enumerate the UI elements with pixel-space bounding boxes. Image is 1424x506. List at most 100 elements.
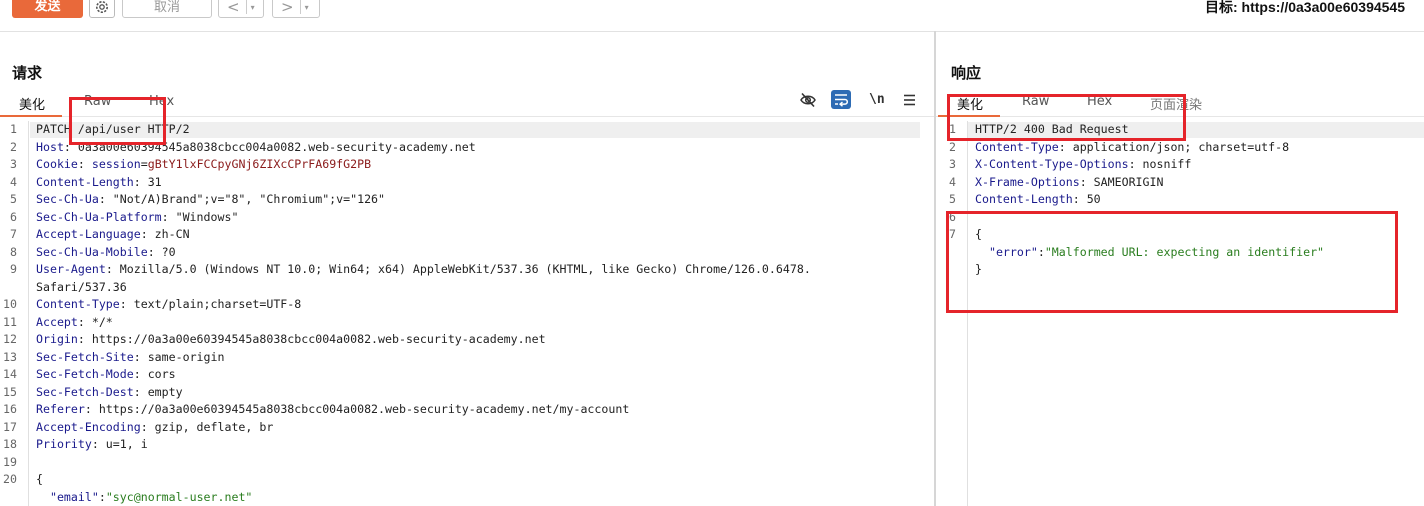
code-token: User-Agent bbox=[36, 262, 106, 276]
code-token: = bbox=[140, 157, 148, 171]
line-number: 3 bbox=[949, 157, 956, 171]
response-editor[interactable]: 1 HTTP/2 400 Bad Request 2 Content-Type: ap… bbox=[936, 121, 1424, 506]
code-line: "email":"syc@normal-user.net" bbox=[0, 489, 934, 506]
code-token: Content-Length bbox=[975, 192, 1073, 206]
line-content: Sec-Ch-Ua: "Not/A)Brand";v="8", "Chromiu… bbox=[36, 191, 385, 209]
code-line: 13 Sec-Fetch-Site: same-origin bbox=[0, 349, 934, 367]
code-token: : 31 bbox=[133, 174, 162, 189]
forward-arrow-icon: > bbox=[281, 0, 294, 16]
line-content: X-Frame-Options: SAMEORIGIN bbox=[975, 174, 1163, 192]
code-line: 9 User-Agent: Mozilla/5.0 (Windows NT 10.… bbox=[0, 261, 934, 279]
code-token: : "Not/A)Brand";v="8", "Chromium";v="126… bbox=[98, 192, 386, 206]
line-content: Origin: https://0a3a00e60394545a8038cbcc… bbox=[36, 331, 546, 349]
request-title: 请求 bbox=[12, 64, 43, 82]
code-token: : cors bbox=[133, 367, 176, 381]
code-token: : nosniff bbox=[1128, 157, 1192, 171]
settings-button[interactable] bbox=[89, 0, 115, 18]
code-token: : gzip, deflate, br bbox=[140, 419, 274, 434]
newline-toggle-icon[interactable]: \n bbox=[869, 92, 885, 107]
code-token: Sec-Ch-Ua bbox=[36, 192, 99, 206]
back-button[interactable]: < ▾ bbox=[218, 0, 264, 18]
highlight-box-status-line bbox=[947, 94, 1186, 141]
code-token: : Mozilla/5.0 (Windows NT 10.0; Win64; x… bbox=[105, 262, 811, 276]
line-number: 20 bbox=[3, 472, 17, 486]
code-token: : text/plain;charset=UTF-8 bbox=[119, 297, 302, 311]
line-content: Sec-Ch-Ua-Platform: "Windows" bbox=[36, 209, 238, 227]
line-number: 5 bbox=[10, 192, 17, 206]
back-arrow-icon: < bbox=[227, 0, 240, 16]
code-line: 3 Cookie: session=gBtY1lxFCCpyGNj6ZIXcCPr… bbox=[0, 156, 934, 174]
code-token: : same-origin bbox=[133, 349, 225, 364]
code-token: : application/json; charset=utf-8 bbox=[1058, 139, 1290, 154]
chevron-down-icon[interactable]: ▾ bbox=[301, 3, 313, 12]
code-token: Sec-Fetch-Mode bbox=[36, 367, 134, 381]
line-number: 11 bbox=[3, 314, 17, 329]
code-token: gBtY1lxFCCpyGNj6ZIXcCPrFA69fG2PB bbox=[147, 157, 372, 171]
code-token: session bbox=[91, 157, 141, 171]
code-token: Origin bbox=[36, 332, 78, 346]
line-content: "email":"syc@normal-user.net" bbox=[36, 489, 252, 506]
line-number: 9 bbox=[10, 262, 17, 276]
line-number: 13 bbox=[3, 349, 17, 364]
tab-pretty[interactable]: 美化 bbox=[19, 94, 45, 113]
code-line: 19 bbox=[0, 454, 934, 472]
code-token: : u=1, i bbox=[91, 437, 148, 451]
code-line: 2 Content-Type: application/json; charset… bbox=[936, 139, 1424, 157]
request-editor[interactable]: 1 PATCH /api/user HTTP/2 2 Host: 0a3a00e603… bbox=[0, 121, 934, 506]
code-token: Sec-Ch-Ua-Mobile bbox=[36, 244, 148, 259]
code-line: 16 Referer: https://0a3a00e60394545a8038c… bbox=[0, 401, 934, 419]
menu-icon[interactable] bbox=[903, 94, 916, 106]
line-number: 3 bbox=[10, 157, 17, 171]
code-token: { bbox=[36, 472, 43, 486]
code-token: Sec-Fetch-Site bbox=[36, 349, 134, 364]
wrap-glyph bbox=[835, 94, 849, 107]
code-token: "email" bbox=[49, 489, 99, 504]
line-number: 4 bbox=[949, 174, 956, 189]
code-line: 14 Sec-Fetch-Mode: cors bbox=[0, 366, 934, 384]
forward-button[interactable]: > ▾ bbox=[272, 0, 320, 18]
code-token: Content-Type bbox=[975, 139, 1059, 154]
response-title: 响应 bbox=[951, 64, 982, 82]
code-token: : https://0a3a00e60394545a8038cbcc004a00… bbox=[77, 332, 546, 346]
code-line: 8 Sec-Ch-Ua-Mobile: ?0 bbox=[0, 244, 934, 262]
code-token: : bbox=[77, 157, 92, 171]
code-line: 5 Content-Length: 50 bbox=[936, 191, 1424, 209]
code-token: Safari/537.36 bbox=[36, 279, 127, 294]
code-line: 4 Content-Length: 31 bbox=[0, 174, 934, 192]
code-token: : zh-CN bbox=[140, 227, 190, 241]
line-number: 19 bbox=[3, 454, 17, 469]
line-number: 8 bbox=[10, 244, 17, 259]
toolbar: 发送 取消 < ▾ > ▾ 目标: https://0a3a00e6039454… bbox=[0, 0, 1424, 20]
code-token: : ?0 bbox=[147, 244, 176, 259]
code-token: Priority bbox=[36, 437, 92, 451]
line-number: 2 bbox=[10, 139, 17, 154]
line-content: Sec-Fetch-Site: same-origin bbox=[36, 349, 224, 367]
hide-eye-icon[interactable] bbox=[799, 91, 817, 109]
code-token: Accept-Language bbox=[36, 227, 141, 241]
line-content: Sec-Ch-Ua-Mobile: ?0 bbox=[36, 244, 176, 262]
line-content: X-Content-Type-Options: nosniff bbox=[975, 156, 1191, 174]
chevron-down-icon[interactable]: ▾ bbox=[247, 3, 259, 12]
code-token: : 50 bbox=[1072, 192, 1101, 206]
line-number: 17 bbox=[3, 419, 17, 434]
highlight-box-request-path bbox=[69, 97, 166, 145]
line-number: 16 bbox=[3, 402, 17, 416]
wrap-lines-icon[interactable] bbox=[831, 90, 851, 109]
code-line: 4 X-Frame-Options: SAMEORIGIN bbox=[936, 174, 1424, 192]
send-button[interactable]: 发送 bbox=[12, 0, 83, 18]
code-token: X-Frame-Options bbox=[975, 174, 1080, 189]
line-content: User-Agent: Mozilla/5.0 (Windows NT 10.0… bbox=[36, 261, 811, 279]
code-token: Referer bbox=[36, 402, 85, 416]
code-line: 12 Origin: https://0a3a00e60394545a8038cb… bbox=[0, 331, 934, 349]
toolbar-divider bbox=[0, 31, 1424, 32]
target-label[interactable]: 目标: https://0a3a00e60394545 bbox=[1205, 0, 1405, 17]
line-number: 10 bbox=[3, 297, 17, 311]
line-content: Content-Length: 50 bbox=[975, 191, 1101, 209]
code-token: Accept-Encoding bbox=[36, 419, 141, 434]
code-line: 6 Sec-Ch-Ua-Platform: "Windows" bbox=[0, 209, 934, 227]
gear-icon bbox=[96, 1, 108, 13]
line-content: Safari/537.36 bbox=[36, 279, 127, 297]
code-token: "syc@normal-user.net" bbox=[105, 489, 253, 504]
code-token: X-Content-Type-Options bbox=[975, 157, 1129, 171]
cancel-button[interactable]: 取消 bbox=[122, 0, 212, 18]
